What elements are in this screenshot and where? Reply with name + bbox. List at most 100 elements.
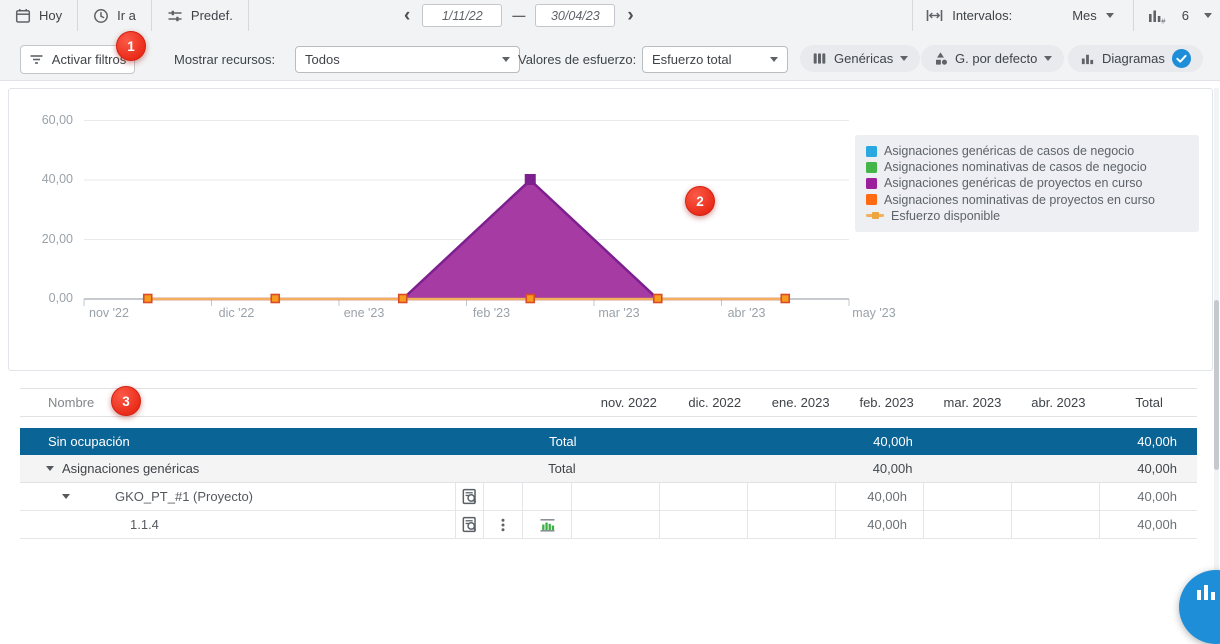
month-cell: [1011, 483, 1099, 510]
chevron-down-icon: [1204, 13, 1212, 18]
row-total-label: Total: [471, 434, 584, 449]
row-name: GKO_PT_#1 (Proyecto): [115, 489, 253, 504]
diagram-fab-button[interactable]: [1179, 570, 1220, 644]
today-button[interactable]: Hoy: [0, 0, 77, 31]
legend-swatch: [866, 214, 884, 217]
date-from-input[interactable]: 1/11/22: [422, 4, 502, 27]
preset-button[interactable]: Predef.: [152, 0, 248, 31]
kebab-menu-icon[interactable]: [496, 517, 510, 533]
legend-label: Esfuerzo disponible: [891, 209, 1000, 223]
name-column-header[interactable]: Nombre: [48, 395, 94, 410]
x-axis-label: nov '22: [77, 306, 141, 320]
calendar-icon: [15, 8, 31, 24]
month-cell: [756, 455, 842, 482]
column-header[interactable]: ene. 2023: [758, 395, 844, 410]
month-cell: [1015, 428, 1101, 455]
today-label: Hoy: [39, 8, 62, 23]
check-circle-icon: [1172, 49, 1191, 68]
intervals-label: Intervalos:: [952, 8, 1012, 23]
generic-assignments-dropdown[interactable]: Genéricas: [800, 45, 920, 72]
show-resources-select[interactable]: Todos: [295, 46, 520, 73]
date-range-navigator: ‹ 1/11/22 — 30/04/23 ›: [402, 0, 636, 31]
month-cell: [757, 428, 843, 455]
scrollbar-thumb[interactable]: [1214, 300, 1219, 470]
histogram-icon[interactable]: [539, 517, 556, 533]
legend-item: Esfuerzo disponible: [866, 208, 1188, 224]
y-axis-label: 20,00: [23, 232, 73, 246]
table-body: Sin ocupación Total 40,00h 40,00h Asigna…: [20, 428, 1197, 539]
filter-icon: [29, 53, 44, 66]
default-group-pill-label: G. por defecto: [955, 51, 1037, 66]
chart-badge: 2: [685, 186, 715, 216]
table-row[interactable]: GKO_PT_#1 (Proyecto) 40,00h 40,00h: [20, 483, 1197, 511]
month-cell: [928, 455, 1014, 482]
total-cell: 40,00h: [1099, 511, 1197, 538]
effort-values-value: Esfuerzo total: [652, 52, 732, 67]
bar-count-select[interactable]: 6: [1182, 8, 1189, 23]
legend-swatch: [866, 162, 877, 173]
effort-chart-panel: 0,0020,0040,0060,00 nov '22dic '22ene '2…: [8, 88, 1213, 371]
generic-pill-label: Genéricas: [834, 51, 893, 66]
table-row[interactable]: 1.1.4 40,00h 40,00h: [20, 511, 1197, 539]
month-cell: [571, 483, 659, 510]
divider: [248, 0, 249, 31]
filter-badge: 1: [116, 31, 146, 61]
effort-values-select[interactable]: Esfuerzo total: [642, 46, 788, 73]
next-period-button[interactable]: ›: [625, 6, 635, 25]
show-resources-label: Mostrar recursos:: [174, 52, 275, 67]
intervals-icon: [926, 8, 943, 23]
collapse-row-icon[interactable]: [62, 494, 70, 499]
month-cell: [1011, 511, 1099, 538]
default-grouping-dropdown[interactable]: G. por defecto: [921, 45, 1064, 72]
month-cell: [747, 483, 835, 510]
column-header[interactable]: nov. 2022: [586, 395, 672, 410]
month-cell: [584, 455, 670, 482]
legend-item: Asignaciones genéricas de proyectos en c…: [866, 175, 1188, 191]
diagrams-toggle[interactable]: Diagramas: [1068, 45, 1203, 72]
total-cell: 40,00h: [1101, 428, 1197, 455]
intervals-select[interactable]: Mes: [1072, 8, 1097, 23]
legend-item: Asignaciones nominativas de casos de neg…: [866, 159, 1188, 175]
row-name: 1.1.4: [130, 517, 159, 532]
month-cell: 40,00h: [843, 428, 929, 455]
column-header[interactable]: feb. 2023: [844, 395, 930, 410]
month-cell: [659, 483, 747, 510]
month-cell: [923, 483, 1011, 510]
total-cell: 40,00h: [1099, 483, 1197, 510]
month-cell: 40,00h: [842, 455, 928, 482]
month-cell: [585, 428, 671, 455]
total-column-header[interactable]: Total: [1101, 395, 1197, 410]
month-cell: [747, 511, 835, 538]
table-row[interactable]: Asignaciones genéricas Total 40,00h 40,0…: [20, 455, 1197, 483]
month-cell: [670, 455, 756, 482]
y-axis-label: 40,00: [23, 172, 73, 186]
date-to-input[interactable]: 30/04/23: [535, 4, 615, 27]
collapse-row-icon[interactable]: [46, 466, 54, 471]
chevron-down-icon: [900, 56, 908, 61]
prev-period-button[interactable]: ‹: [402, 6, 412, 25]
table-badge: 3: [111, 386, 141, 416]
month-cell: 40,00h: [835, 511, 923, 538]
goto-label: Ir a: [117, 8, 136, 23]
column-header[interactable]: mar. 2023: [930, 395, 1016, 410]
detail-view-icon[interactable]: [461, 516, 478, 533]
chevron-down-icon: [1106, 13, 1114, 18]
divider: [1133, 0, 1134, 31]
activate-filters-label: Activar filtros: [52, 52, 126, 67]
detail-view-icon[interactable]: [461, 488, 478, 505]
x-axis-label: ene '23: [332, 306, 396, 320]
effort-values-label: Valores de esfuerzo:: [518, 52, 636, 67]
row-total-label: Total: [470, 461, 583, 476]
column-header[interactable]: abr. 2023: [1015, 395, 1101, 410]
shapes-icon: [933, 51, 948, 66]
filter-toolbar: Activar filtros Mostrar recursos: Todos …: [0, 31, 1220, 81]
total-cell: 40,00h: [1101, 455, 1197, 482]
goto-button[interactable]: Ir a: [78, 0, 151, 31]
column-header[interactable]: dic. 2022: [672, 395, 758, 410]
chevron-down-icon: [502, 57, 510, 62]
table-row[interactable]: Sin ocupación Total 40,00h 40,00h: [20, 428, 1197, 455]
x-axis-label: abr '23: [715, 306, 779, 320]
date-range-separator: —: [512, 8, 525, 23]
bar-chart-icon: [1196, 582, 1218, 644]
legend-label: Asignaciones genéricas de proyectos en c…: [884, 176, 1142, 190]
